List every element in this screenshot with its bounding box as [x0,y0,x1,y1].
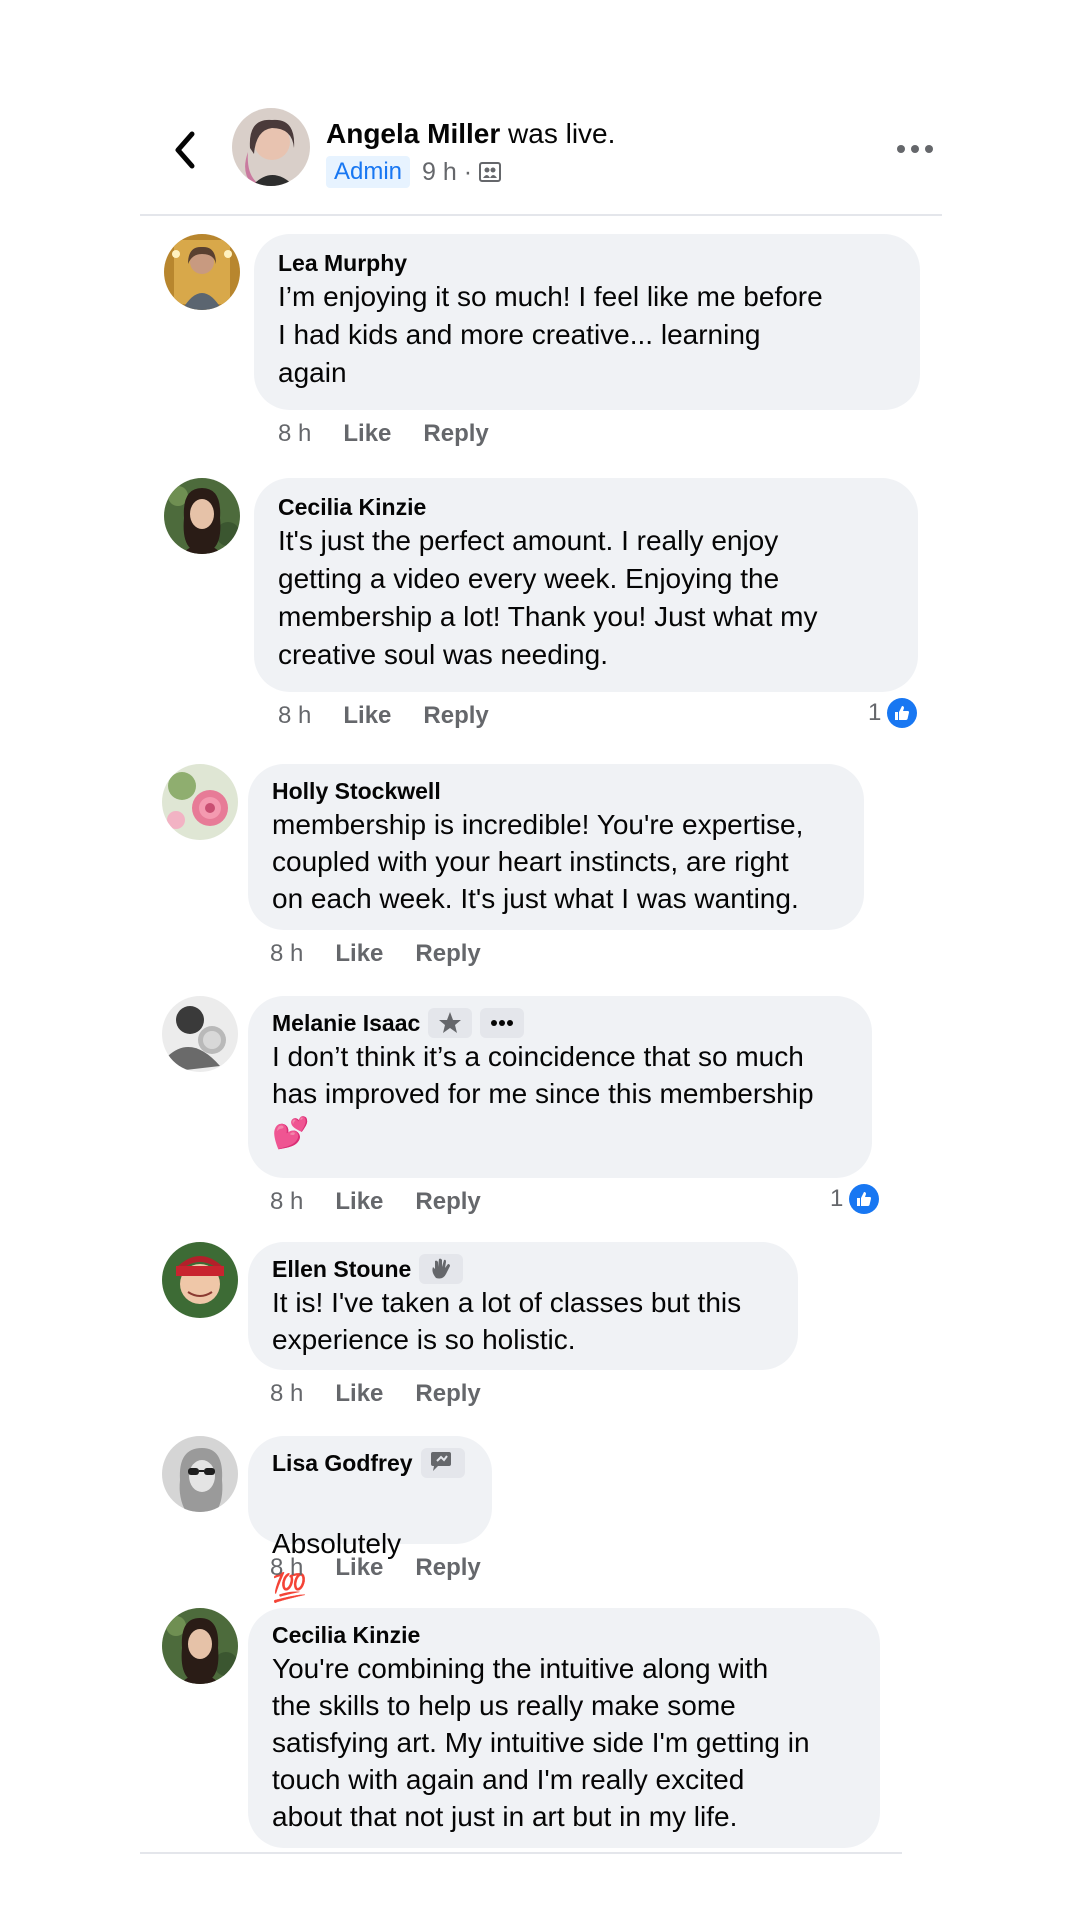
reaction-count: 1 [868,699,882,726]
comment-time[interactable]: 8 h [270,1380,303,1408]
post-author[interactable]: Angela Miller [326,118,500,149]
comment: Cecilia Kinzie You're combining the intu… [162,1608,902,1852]
comment-actions: 8 h Like Reply [278,420,489,448]
admin-badge: Admin [326,156,411,188]
comment-bubble: Holly Stockwell membership is incredible… [248,764,864,930]
like-reaction-icon [849,1184,880,1214]
avatar[interactable] [164,234,240,310]
comment-actions: 8 h Like Reply [270,940,481,968]
comment-emoji: 💕 [272,1117,310,1150]
comment-time[interactable]: 8 h [278,420,311,448]
reaction-summary[interactable]: 1 [830,1184,880,1214]
comment-text: membership is incredible! You're experti… [272,809,804,914]
comment-time[interactable]: 8 h [270,1188,303,1216]
chevron-left-icon [175,131,195,169]
reply-button[interactable]: Reply [415,940,480,968]
post-status: was live. [508,118,616,149]
badge-chip[interactable] [419,1254,464,1284]
comment-time[interactable]: 8 h [270,940,303,968]
group-icon [479,162,502,182]
post-meta: Admin 9 h · [326,154,502,190]
avatar[interactable] [164,478,240,554]
comment-actions: 8 h Like Reply [270,1380,481,1408]
badge-chip[interactable] [480,1008,525,1038]
back-button[interactable] [170,130,200,170]
comment: Melanie Isaac I don’t think it’s a coinc… [162,996,902,1226]
comment-bubble: Melanie Isaac I don’t think it’s a coinc… [248,996,872,1178]
comment-bubble: Cecilia Kinzie You're combining the intu… [248,1608,880,1848]
comment-time[interactable]: 8 h [270,1554,303,1582]
comment-bubble: Ellen Stoune It is! I've taken a lot of … [248,1242,798,1370]
avatar[interactable] [162,764,238,840]
star-badge-icon [439,1012,462,1033]
comment-text: I’m enjoying it so much! I feel like me … [278,281,823,388]
badge-chip[interactable] [420,1448,465,1478]
post-header: Angela Miller was live. Admin 9 h · [140,104,940,214]
waving-hand-icon [432,1258,451,1279]
avatar[interactable] [162,996,238,1072]
comment-text-row: Absolutely 💯 [272,1478,468,1610]
reply-button[interactable]: Reply [415,1188,480,1216]
reply-button[interactable]: Reply [415,1380,480,1408]
comment-text: I don’t think it’s a coincidence that so… [272,1041,814,1109]
comment-author[interactable]: Lea Murphy [278,248,896,278]
avatar[interactable] [162,1436,238,1512]
reply-button[interactable]: Reply [415,1554,480,1582]
comment-author[interactable]: Melanie Isaac [272,1008,420,1038]
like-button[interactable]: Like [343,702,391,730]
avatar[interactable] [162,1242,238,1318]
comment: Lisa Godfrey Absolutely 💯 8 h Like Reply [162,1436,682,1603]
reaction-count: 1 [830,1185,844,1212]
header-divider [140,214,942,216]
comment-time[interactable]: 8 h [278,702,311,730]
post-time[interactable]: 9 h · [422,158,472,187]
comment-text: It's just the perfect amount. I really e… [278,525,818,670]
comment-author[interactable]: Cecilia Kinzie [278,492,894,522]
bottom-divider [140,1852,902,1854]
post-author-line: Angela Miller was live. [326,118,615,150]
comment-text: You're combining the intuitive along wit… [272,1653,810,1832]
avatar[interactable] [232,108,310,186]
like-button[interactable]: Like [343,420,391,448]
avatar[interactable] [162,1608,238,1684]
like-button[interactable]: Like [335,1380,383,1408]
comment-author-row: Melanie Isaac [272,1008,848,1038]
comment-actions: 8 h Like Reply [278,702,489,730]
comment-author[interactable]: Ellen Stoune [272,1254,411,1284]
comment: Cecilia Kinzie It's just the perfect amo… [164,478,934,738]
comment-text: It is! I've taken a lot of classes but t… [272,1287,742,1355]
comment: Holly Stockwell membership is incredible… [162,764,902,967]
comment-bubble: Lea Murphy I’m enjoying it so much! I fe… [254,234,920,410]
more-options-button[interactable] [890,134,940,164]
comment-author[interactable]: Lisa Godfrey [272,1448,413,1478]
more-horizontal-icon [897,145,933,153]
comment: Ellen Stoune It is! I've taken a lot of … [162,1242,862,1422]
comment-bubble: Cecilia Kinzie It's just the perfect amo… [254,478,918,692]
like-button[interactable]: Like [335,940,383,968]
comment-actions: 8 h Like Reply [270,1188,481,1216]
reaction-summary[interactable]: 1 [868,698,918,728]
more-horizontal-icon [491,1020,514,1026]
like-button[interactable]: Like [335,1188,383,1216]
comment: Lea Murphy I’m enjoying it so much! I fe… [164,234,924,454]
like-button[interactable]: Like [335,1554,383,1582]
comment-bubble: Lisa Godfrey Absolutely 💯 [248,1436,492,1603]
conversation-starter-icon [430,1452,451,1471]
comment-author[interactable]: Cecilia Kinzie [272,1620,856,1650]
comment-actions: 8 h Like Reply [270,1554,481,1582]
like-reaction-icon [887,698,918,728]
badge-chip[interactable] [428,1008,473,1038]
reply-button[interactable]: Reply [423,702,488,730]
reply-button[interactable]: Reply [423,420,488,448]
comment-author-row: Lisa Godfrey [272,1448,468,1478]
comment-author-row: Ellen Stoune [272,1254,774,1284]
comment-author[interactable]: Holly Stockwell [272,776,840,806]
